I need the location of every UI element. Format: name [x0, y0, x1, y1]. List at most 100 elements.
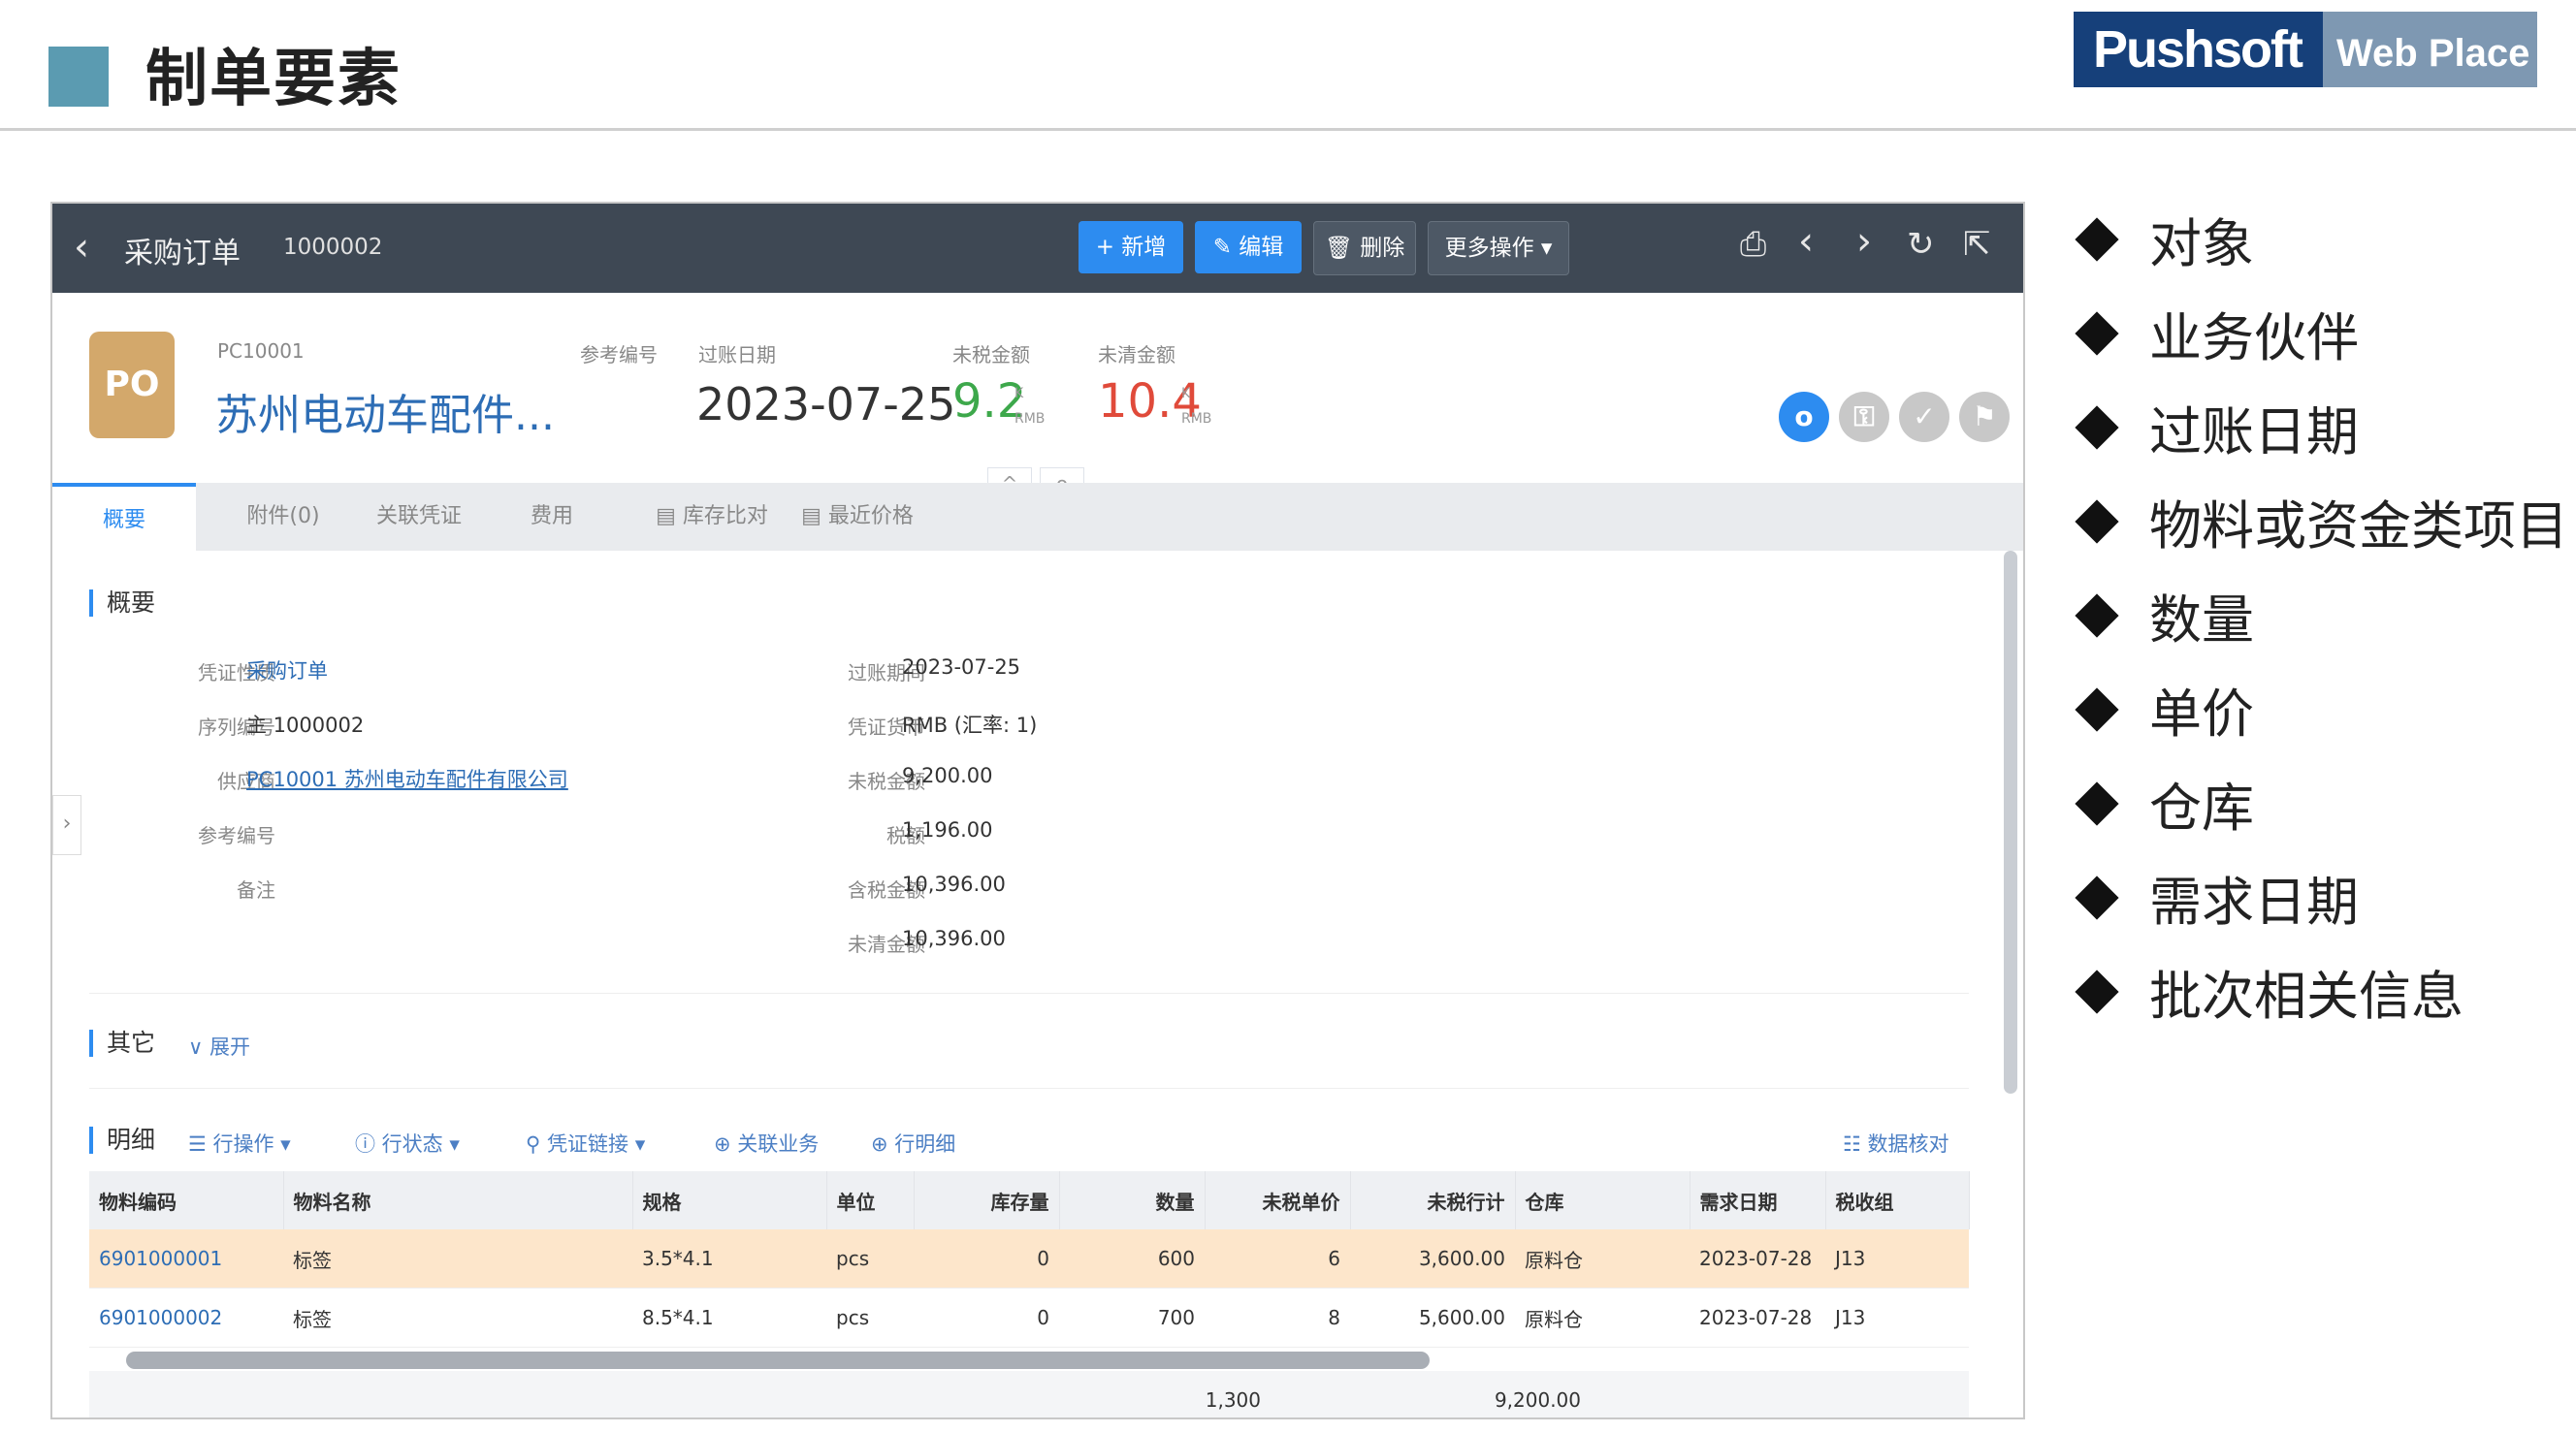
diamond-bullet-icon [2075, 780, 2119, 826]
share-icon[interactable]: ⇱ [1963, 225, 1991, 264]
field-value-taxed-total: 10,396.00 [902, 873, 1006, 896]
tab-stock-compare[interactable]: ▤ 库存比对 [644, 483, 780, 551]
col-header[interactable]: 数量 [1059, 1171, 1206, 1229]
back-chevron-icon[interactable]: ‹ [74, 225, 89, 270]
section-detail-title: 明细 [89, 1127, 155, 1154]
data-check-label: 数据核对 [1867, 1132, 1949, 1156]
cell-item-code[interactable]: 6901000001 [89, 1229, 283, 1289]
section-other-title: 其它 [89, 1030, 155, 1057]
tab-overview[interactable]: 概要 [52, 483, 196, 555]
more-actions-button[interactable]: 更多操作 ▾ [1428, 221, 1569, 275]
bullet-text: 仓库 [2149, 778, 2254, 839]
bullet-text: 单价 [2149, 684, 2254, 745]
table-row[interactable]: 6901000002 标签 8.5*4.1 pcs 0 700 8 5,600.… [89, 1288, 1969, 1348]
tab-expenses[interactable]: 费用 [499, 483, 605, 551]
bullet-item: 需求日期 [2075, 850, 2568, 944]
bullet-item: 过账日期 [2075, 380, 2568, 474]
side-expand-icon[interactable]: › [52, 795, 81, 855]
cell-spec: 8.5*4.1 [632, 1288, 826, 1348]
cell-need-date: 2023-07-28 [1690, 1229, 1825, 1289]
ref-label: 参考编号 [580, 343, 658, 366]
field-value-unclear: 10,396.00 [902, 927, 1006, 950]
cell-stock: 0 [914, 1229, 1059, 1289]
bullet-item: 数量 [2075, 568, 2568, 662]
col-header[interactable]: 物料名称 [283, 1171, 633, 1229]
new-button[interactable]: + 新增 [1079, 221, 1183, 273]
next-icon[interactable]: › [1856, 219, 1872, 264]
diamond-bullet-icon [2075, 216, 2119, 262]
refresh-icon[interactable]: ↻ [1907, 225, 1935, 264]
check-icon[interactable]: ✓ [1899, 392, 1949, 442]
edit-button[interactable]: ✎ 编辑 [1195, 221, 1302, 273]
bullet-text: 需求日期 [2149, 872, 2359, 933]
print-icon[interactable]: ⎙ [1740, 225, 1766, 264]
delete-button[interactable]: 🗑 删除 [1313, 221, 1416, 275]
horizontal-scrollbar[interactable] [126, 1352, 1430, 1369]
bullet-item: 对象 [2075, 192, 2568, 286]
col-header[interactable]: 税收组 [1825, 1171, 1970, 1229]
total-quantity: 1,300 [1205, 1388, 1261, 1412]
tab-attachments[interactable]: 附件(0) [225, 483, 341, 551]
cell-quantity: 700 [1059, 1288, 1205, 1348]
vendor-code: PC10001 [217, 339, 305, 363]
cell-line-total: 5,600.00 [1350, 1288, 1515, 1348]
col-header[interactable]: 单位 [826, 1171, 915, 1229]
col-header[interactable]: 规格 [632, 1171, 827, 1229]
untaxed-label: 未税金额 [952, 343, 1030, 366]
delete-button-label: 删除 [1360, 236, 1405, 261]
col-header[interactable]: 未税行计 [1350, 1171, 1516, 1229]
field-label-taxed-total: 含税金额 [848, 878, 925, 902]
vertical-scrollbar[interactable] [2004, 551, 2017, 1094]
bullet-text: 过账日期 [2149, 401, 2359, 462]
untaxed-unit-rmb: RMB [1014, 411, 1046, 427]
tab-recent-price[interactable]: ▤ 最近价格 [789, 483, 925, 551]
cell-unit-price: 8 [1205, 1288, 1350, 1348]
vendor-name[interactable]: 苏州电动车配件... [215, 380, 555, 442]
row-actions-menu[interactable]: ☰ 行操作 ▾ [188, 1129, 291, 1158]
status-open-icon[interactable]: o [1779, 392, 1829, 442]
content-area: › 概要 凭证性质 采购订单 序列编号 主 1000002 供应商 PC1000… [52, 551, 2023, 1417]
diamond-bullet-icon [2075, 686, 2119, 732]
related-business-button[interactable]: ⊕ 关联业务 [714, 1129, 819, 1158]
bullet-text: 批次相关信息 [2149, 966, 2463, 1027]
slide-title: 制单要素 [145, 44, 402, 115]
expand-other-button[interactable]: ∨ 展开 [188, 1032, 250, 1061]
doc-type-title: 采购订单 [124, 237, 241, 271]
unclear-unit-rmb: RMB [1181, 411, 1212, 427]
row-detail-button[interactable]: ⊕ 行明细 [871, 1129, 955, 1158]
tab-related-docs[interactable]: 关联凭证 [361, 483, 477, 551]
edit-button-label: 编辑 [1239, 235, 1284, 260]
diamond-bullet-icon [2075, 969, 2119, 1014]
field-value-post-period: 2023-07-25 [902, 655, 1021, 679]
tab-recent-price-label: 最近价格 [827, 504, 914, 528]
flag-icon[interactable]: ⚑ [1959, 392, 2010, 442]
table-row[interactable]: 6901000001 标签 3.5*4.1 pcs 0 600 6 3,600.… [89, 1229, 1969, 1289]
row-status-menu[interactable]: ⓘ 行状态 ▾ [355, 1129, 460, 1158]
brand-logo: Pushsoft Web Place [2074, 12, 2537, 87]
table-header-row: 物料编码 物料名称 规格 单位 库存量 数量 未税单价 未税行计 仓库 需求日期… [89, 1171, 1970, 1229]
col-header[interactable]: 未税单价 [1205, 1171, 1351, 1229]
col-header[interactable]: 仓库 [1515, 1171, 1690, 1229]
prev-icon[interactable]: ‹ [1798, 219, 1814, 264]
field-value-doc-nature[interactable]: 采购订单 [246, 655, 328, 685]
field-value-currency: RMB (汇率: 1) [902, 714, 1038, 737]
col-header[interactable]: 库存量 [914, 1171, 1060, 1229]
cell-spec: 3.5*4.1 [632, 1229, 826, 1289]
col-header[interactable]: 需求日期 [1690, 1171, 1826, 1229]
doc-link-menu[interactable]: ⚲ 凭证链接 ▾ [526, 1129, 645, 1158]
unclear-label: 未清金额 [1098, 343, 1175, 366]
post-date-label: 过账日期 [698, 343, 776, 366]
bullet-text: 业务伙伴 [2149, 307, 2359, 368]
col-header[interactable]: 物料编码 [89, 1171, 284, 1229]
cell-quantity: 600 [1059, 1229, 1205, 1289]
diamond-bullet-icon [2075, 498, 2119, 544]
field-label-unclear: 未清金额 [848, 933, 925, 956]
data-check-button[interactable]: ☷ 数据核对 [1843, 1129, 1949, 1158]
field-label-currency: 凭证货币 [848, 716, 925, 739]
lock-icon[interactable]: ⚿ [1839, 392, 1889, 442]
doc-header: PO PC10001 苏州电动车配件... 参考编号 过账日期 2023-07-… [52, 293, 2023, 502]
cell-item-name: 标签 [283, 1229, 632, 1289]
cell-item-name: 标签 [283, 1288, 632, 1348]
cell-item-code[interactable]: 6901000002 [89, 1288, 283, 1348]
field-value-supplier[interactable]: PC10001 苏州电动车配件有限公司 [246, 764, 568, 793]
